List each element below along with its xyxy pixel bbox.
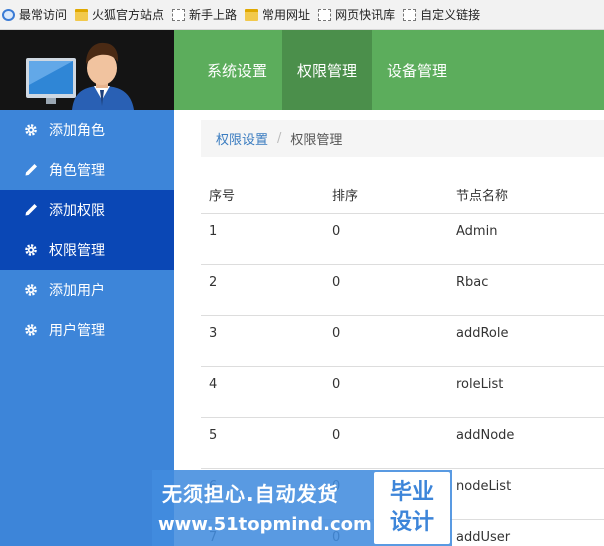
cell-index: 5 <box>201 417 324 469</box>
bookmark-label: 常用网址 <box>262 8 311 22</box>
bookmarks-bar: 最常访问 火狐官方站点 新手上路 常用网址 网页快讯库 自定义链接 <box>0 0 604 30</box>
table-header-row: 序号 排序 节点名称 <box>201 176 604 214</box>
sidebar-item-label: 添加用户 <box>49 283 105 299</box>
table-row: 5 0 addNode <box>201 417 604 469</box>
table-row: 3 0 addRole <box>201 315 604 367</box>
watermark-badge: 毕业 设计 <box>374 472 450 544</box>
cell-sort: 0 <box>324 315 448 367</box>
gear-icon <box>24 243 38 257</box>
breadcrumb-separator: / <box>277 131 282 146</box>
sidebar-item-role-management[interactable]: 角色管理 <box>0 150 174 190</box>
bookmark-common-sites[interactable]: 常用网址 <box>245 6 310 23</box>
table-row: 2 0 Rbac <box>201 264 604 316</box>
cell-node-name: Admin <box>448 213 604 265</box>
bookmark-label: 最常访问 <box>19 8 68 22</box>
cell-index: 4 <box>201 366 324 418</box>
sidebar-item-label: 用户管理 <box>49 323 105 339</box>
watermark-banner: 无须担心.自动发货 www.51topmind.com 毕业 设计 <box>152 470 452 546</box>
sidebar: 添加角色 角色管理 添加权限 权限管理 添加用户 用户管理 <box>0 110 174 546</box>
table-row: 1 0 Admin <box>201 213 604 265</box>
globe-icon <box>2 8 15 21</box>
folder-icon <box>245 8 259 21</box>
admin-avatar-logo <box>0 30 174 110</box>
sidebar-item-label: 添加权限 <box>49 203 105 219</box>
pencil-icon <box>24 163 38 177</box>
bookmark-most-visited[interactable]: 最常访问 <box>2 6 67 23</box>
cell-sort: 0 <box>324 417 448 469</box>
top-nav: 系统设置 权限管理 设备管理 <box>192 30 462 110</box>
cell-node-name: addRole <box>448 315 604 367</box>
cell-node-name: nodeList <box>448 468 604 520</box>
gear-icon <box>24 283 38 297</box>
page-icon <box>172 8 186 21</box>
gear-icon <box>24 323 38 337</box>
sidebar-item-label: 添加角色 <box>49 123 105 139</box>
cell-node-name: addUser <box>448 519 604 546</box>
folder-icon <box>75 8 89 21</box>
bookmark-label: 火狐官方站点 <box>92 8 165 22</box>
page-icon <box>403 8 417 21</box>
cell-node-name: roleList <box>448 366 604 418</box>
cell-sort: 0 <box>324 366 448 418</box>
watermark-badge-top: 毕业 <box>389 480 434 505</box>
bookmark-getting-started[interactable]: 新手上路 <box>172 6 237 23</box>
cell-index: 2 <box>201 264 324 316</box>
breadcrumb-link-permission-settings[interactable]: 权限设置 <box>216 129 268 148</box>
tab-permission-management[interactable]: 权限管理 <box>282 30 373 110</box>
cell-node-name: addNode <box>448 417 604 469</box>
bookmark-custom-links[interactable]: 自定义链接 <box>403 6 480 23</box>
sidebar-item-label: 角色管理 <box>49 163 105 179</box>
page-icon <box>318 8 332 21</box>
sidebar-item-add-user[interactable]: 添加用户 <box>0 270 174 310</box>
bookmark-label: 新手上路 <box>189 8 238 22</box>
cell-index: 3 <box>201 315 324 367</box>
sidebar-item-label: 权限管理 <box>49 243 105 259</box>
bookmark-web-slices[interactable]: 网页快讯库 <box>318 6 395 23</box>
column-header-index: 序号 <box>201 176 324 214</box>
column-header-sort: 排序 <box>324 176 448 214</box>
cell-index: 1 <box>201 213 324 265</box>
column-header-node-name: 节点名称 <box>448 176 604 214</box>
watermark-url: www.51topmind.com <box>158 514 372 535</box>
breadcrumb-current: 权限管理 <box>290 133 343 148</box>
admin-user-icon <box>0 30 174 110</box>
top-header: 系统设置 权限管理 设备管理 <box>0 30 604 110</box>
cell-node-name: Rbac <box>448 264 604 316</box>
sidebar-item-add-permission[interactable]: 添加权限 <box>0 190 174 230</box>
bookmark-firefox-site[interactable]: 火狐官方站点 <box>75 6 164 23</box>
table-row: 4 0 roleList <box>201 366 604 418</box>
tab-system-settings[interactable]: 系统设置 <box>192 30 282 110</box>
tab-device-management[interactable]: 设备管理 <box>372 30 462 110</box>
sidebar-item-permission-management[interactable]: 权限管理 <box>0 230 174 270</box>
sidebar-item-add-role[interactable]: 添加角色 <box>0 110 174 150</box>
watermark-badge-bottom: 设计 <box>389 510 434 535</box>
sidebar-item-user-management[interactable]: 用户管理 <box>0 310 174 350</box>
cell-sort: 0 <box>324 264 448 316</box>
gear-icon <box>24 123 38 137</box>
pencil-icon <box>24 203 38 217</box>
watermark-slogan: 无须担心.自动发货 <box>162 482 339 506</box>
cell-sort: 0 <box>324 213 448 265</box>
breadcrumb: 权限设置 / 权限管理 <box>201 120 604 157</box>
bookmark-label: 自定义链接 <box>420 8 481 22</box>
bookmark-label: 网页快讯库 <box>335 8 396 22</box>
